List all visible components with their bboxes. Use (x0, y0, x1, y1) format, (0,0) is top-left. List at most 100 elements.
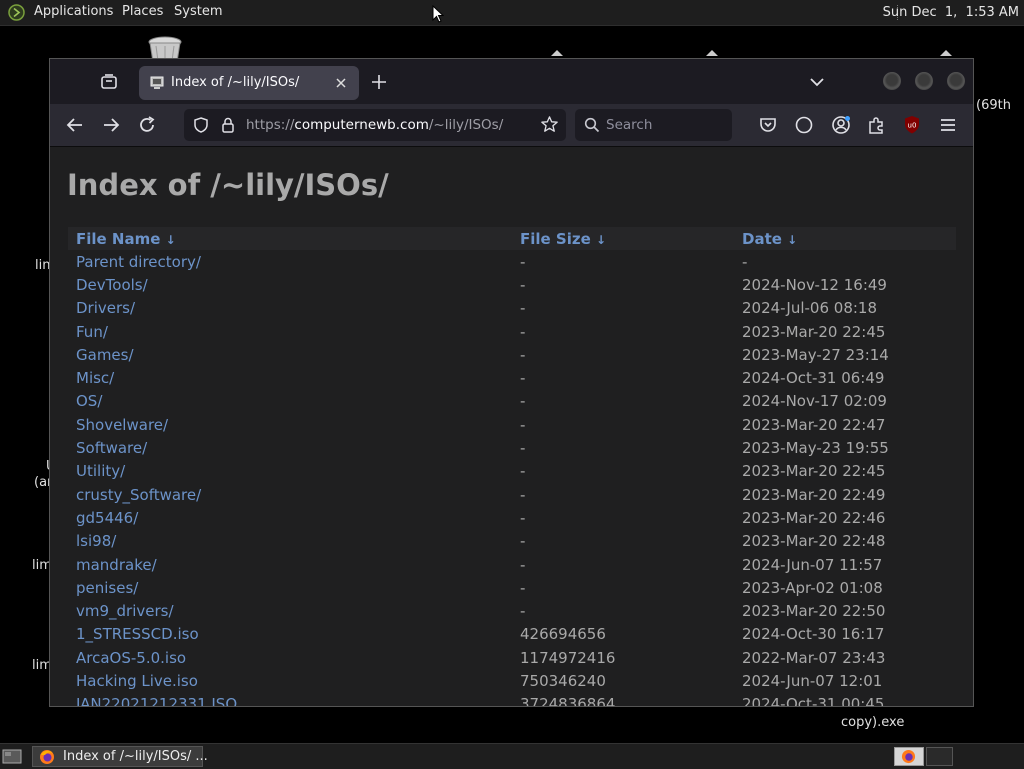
search-icon (584, 117, 600, 133)
file-link[interactable]: OS/ (76, 392, 102, 410)
desktop-pin-icon (940, 50, 952, 56)
account-icon[interactable] (830, 114, 852, 136)
file-size-cell: 3724836864 (520, 695, 616, 707)
file-date-cell: 2024-Oct-31 06:49 (742, 369, 885, 388)
show-desktop-icon[interactable] (2, 748, 22, 765)
file-link[interactable]: Parent directory/ (76, 253, 201, 271)
file-date-cell: 2024-Jun-07 12:01 (742, 671, 883, 690)
table-row: vm9_drivers/ - 2023-Mar-20 22:50 (68, 599, 956, 622)
file-link[interactable]: Fun/ (76, 323, 108, 341)
file-link[interactable]: mandrake/ (76, 556, 157, 574)
tab-active[interactable]: Index of /~lily/ISOs/ (139, 66, 359, 100)
lock-icon[interactable] (219, 116, 237, 134)
file-size-cell: - (520, 485, 526, 504)
shield-icon[interactable] (192, 116, 210, 134)
desktop-icon-label[interactable]: (69th (976, 98, 1011, 113)
file-name-cell: Hacking Live.iso (68, 669, 512, 692)
taskbar-window-button[interactable]: Index of /~lily/ISOs/ ... (32, 746, 208, 767)
tab-overview-icon[interactable] (99, 72, 119, 92)
file-date-cell: 2024-Oct-30 16:17 (742, 625, 885, 644)
file-link[interactable]: Misc/ (76, 369, 114, 387)
top-panel: Applications Places System Sun Dec 1, 1:… (0, 0, 1024, 26)
file-date-cell: 2023-Mar-20 22:45 (742, 462, 886, 481)
file-size-cell: - (520, 369, 526, 388)
menu-applications[interactable]: Applications (34, 4, 113, 19)
file-name-cell: Games/ (68, 343, 512, 366)
file-link[interactable]: Utility/ (76, 462, 125, 480)
file-link[interactable]: Drivers/ (76, 299, 135, 317)
menu-places[interactable]: Places (122, 4, 163, 19)
url-bar[interactable]: https://computernewb.com/~lily/ISOs/ (184, 109, 566, 141)
file-link[interactable]: Software/ (76, 439, 147, 457)
table-row: Misc/ - 2024-Oct-31 06:49 (68, 366, 956, 389)
clock[interactable]: Sun Dec 1, 1:53 AM (883, 5, 1019, 20)
desktop-pin-icon (551, 50, 563, 56)
workspace-switcher-2[interactable] (926, 747, 953, 766)
close-window-button[interactable] (947, 72, 965, 90)
file-link[interactable]: DevTools/ (76, 276, 148, 294)
mouse-cursor-icon (432, 5, 444, 23)
reload-icon[interactable] (136, 114, 158, 136)
table-row: Drivers/ - 2024-Jul-06 08:18 (68, 297, 956, 320)
file-date-cell: 2023-May-23 19:55 (742, 439, 889, 458)
menu-system[interactable]: System (174, 4, 222, 19)
new-tab-plus-icon[interactable] (368, 71, 390, 93)
file-link[interactable]: penises/ (76, 579, 138, 597)
file-name-cell: DevTools/ (68, 273, 512, 296)
file-name-cell: ArcaOS-5.0.iso (68, 646, 512, 669)
file-link[interactable]: vm9_drivers/ (76, 602, 174, 620)
file-size-cell: 426694656 (520, 625, 606, 644)
file-date-cell: 2023-Mar-20 22:48 (742, 532, 886, 551)
column-header-date[interactable]: Date ↓ (734, 227, 956, 250)
file-link[interactable]: Hacking Live.iso (76, 672, 198, 690)
file-link[interactable]: gd5446/ (76, 509, 138, 527)
star-icon[interactable] (540, 115, 559, 134)
file-size-cell: - (520, 415, 526, 434)
sort-arrow-icon: ↓ (787, 232, 798, 247)
taskbar-window-label: Index of /~lily/ISOs/ ... (63, 749, 208, 764)
close-icon[interactable] (331, 73, 351, 93)
search-bar[interactable]: Search (575, 109, 732, 141)
column-header-size[interactable]: File Size ↓ (512, 227, 734, 250)
circle-icon[interactable] (793, 114, 815, 136)
table-row: ArcaOS-5.0.iso 1174972416 2022-Mar-07 23:4… (68, 646, 956, 669)
table-row: 1_STRESSCD.iso 426694656 2024-Oct-30 16:17 (68, 623, 956, 646)
file-date-cell: 2023-Mar-20 22:45 (742, 322, 886, 341)
file-link[interactable]: JAN22021212331.ISO (76, 695, 237, 706)
mate-logo-icon[interactable] (8, 4, 25, 21)
puzzle-icon[interactable] (865, 114, 887, 136)
file-name-cell: Software/ (68, 436, 512, 459)
hamburger-menu-icon[interactable] (937, 114, 959, 136)
column-header-name[interactable]: File Name ↓ (68, 227, 512, 250)
pocket-icon[interactable] (757, 114, 779, 136)
url-path: /~lily/ISOs/ (428, 117, 504, 133)
tab-title: Index of /~lily/ISOs/ (171, 75, 300, 90)
page-title: Index of /~lily/ISOs/ (67, 168, 389, 202)
back-arrow-icon[interactable] (64, 114, 86, 136)
desktop-pin-icon (706, 50, 718, 56)
file-link[interactable]: ArcaOS-5.0.iso (76, 649, 186, 667)
file-link[interactable]: 1_STRESSCD.iso (76, 625, 199, 643)
minimize-button[interactable] (883, 72, 901, 90)
chevron-down-icon[interactable] (806, 71, 828, 93)
file-link[interactable]: Shovelware/ (76, 416, 168, 434)
file-size-cell: 750346240 (520, 671, 606, 690)
file-link[interactable]: lsi98/ (76, 532, 116, 550)
file-link[interactable]: crusty_Software/ (76, 486, 201, 504)
file-link[interactable]: Games/ (76, 346, 134, 364)
forward-arrow-icon[interactable] (100, 114, 122, 136)
maximize-button[interactable] (915, 72, 933, 90)
desktop-icon-label[interactable]: copy).exe (841, 715, 904, 730)
file-size-cell: - (520, 439, 526, 458)
table-row: Software/ - 2023-May-23 19:55 (68, 436, 956, 459)
file-date-cell: 2024-Nov-12 16:49 (742, 275, 887, 294)
table-row: penises/ - 2023-Apr-02 01:08 (68, 576, 956, 599)
search-input[interactable]: Search (606, 117, 652, 133)
table-row: Hacking Live.iso 750346240 2024-Jun-07 12:… (68, 669, 956, 692)
file-name-cell: JAN22021212331.ISO (68, 693, 512, 706)
file-name-cell: Misc/ (68, 366, 512, 389)
favicon-icon (150, 76, 164, 89)
url-text[interactable]: https://computernewb.com/~lily/ISOs/ (246, 117, 503, 133)
workspace-switcher-1[interactable] (894, 747, 924, 766)
ublock-origin-icon[interactable]: u0 (901, 114, 923, 136)
